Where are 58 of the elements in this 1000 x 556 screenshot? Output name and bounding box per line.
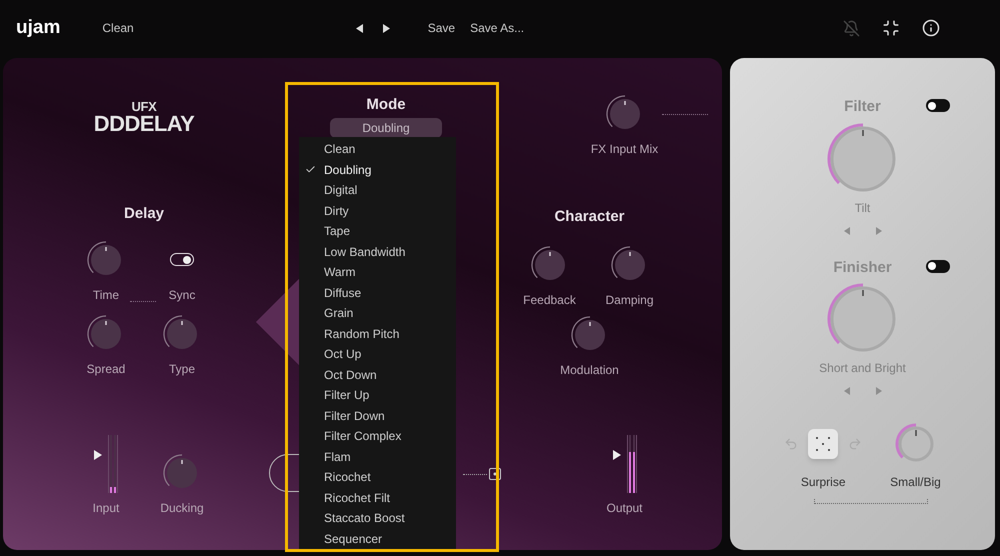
menu-item[interactable]: Staccato Boost bbox=[299, 508, 456, 528]
menu-item[interactable]: Clean bbox=[299, 139, 456, 160]
brand-logo: ujam bbox=[16, 16, 60, 40]
toggle-switch[interactable] bbox=[926, 99, 950, 112]
control-label: Damping bbox=[605, 292, 654, 308]
save-button[interactable]: Save bbox=[428, 19, 456, 37]
control-label: Input bbox=[92, 500, 120, 517]
control-label: FX Input Mix bbox=[590, 141, 658, 158]
toggle-switch[interactable] bbox=[170, 253, 194, 266]
knob-label: Tilt bbox=[854, 200, 870, 216]
section-title: Mode bbox=[366, 95, 406, 115]
level-meter bbox=[626, 435, 636, 493]
level-meter bbox=[108, 435, 118, 493]
menu-item[interactable]: Tape bbox=[299, 221, 456, 242]
menu-item[interactable]: Flam bbox=[299, 446, 456, 467]
menu-item[interactable]: Oct Up bbox=[299, 344, 456, 364]
section-title: Finisher bbox=[833, 258, 892, 278]
menu-item[interactable]: Ricochet Filt bbox=[299, 488, 456, 508]
control-label: Time bbox=[92, 286, 120, 304]
mode-dropdown[interactable]: Doubling bbox=[330, 118, 442, 138]
previous-icon[interactable] bbox=[356, 24, 363, 32]
menu-item[interactable]: Filter Complex bbox=[299, 426, 456, 446]
control-label: Modulation bbox=[560, 362, 619, 378]
section-title: Character bbox=[554, 207, 625, 227]
next-icon[interactable] bbox=[382, 24, 390, 32]
menu-item[interactable]: Warm bbox=[299, 262, 456, 282]
control-label: Small/Big bbox=[890, 474, 941, 491]
shrink-icon[interactable] bbox=[882, 19, 900, 37]
menu-item[interactable]: Ricochet bbox=[299, 467, 456, 488]
menu-item[interactable]: Filter Down bbox=[299, 406, 456, 426]
section-title: Filter bbox=[844, 97, 881, 117]
menu-item[interactable]: Diffuse bbox=[299, 282, 456, 303]
logo-subtitle: UFX bbox=[131, 100, 157, 113]
menu-item[interactable]: Dirty bbox=[299, 200, 456, 221]
control-label: Type bbox=[168, 360, 195, 378]
play-icon bbox=[94, 450, 102, 460]
control-label: Spread bbox=[86, 360, 126, 378]
menu-item[interactable]: Random Pitch bbox=[299, 324, 456, 344]
menu-item[interactable]: Digital bbox=[299, 180, 456, 200]
menu-item[interactable]: Oct Down bbox=[299, 364, 456, 385]
control-label: Output bbox=[606, 500, 643, 517]
section-title: Delay bbox=[124, 204, 164, 224]
control-label: Sync bbox=[168, 286, 196, 304]
menu-item[interactable]: Low Bandwidth bbox=[299, 242, 456, 262]
menu-item[interactable]: Filter Up bbox=[299, 385, 456, 406]
knob-label: Short and Bright bbox=[819, 360, 906, 377]
info-icon[interactable] bbox=[922, 19, 940, 37]
menu-item[interactable]: Grain bbox=[299, 303, 456, 324]
toggle-switch[interactable] bbox=[926, 260, 950, 272]
menu-item[interactable]: Doubling bbox=[299, 160, 456, 180]
control-label: Surprise bbox=[800, 474, 846, 491]
save-button[interactable]: Save As... bbox=[470, 19, 524, 37]
preset-name[interactable]: Clean bbox=[102, 19, 134, 37]
control-label: Feedback bbox=[523, 292, 576, 308]
menu-item[interactable]: Sequencer bbox=[299, 528, 456, 549]
control-label: Ducking bbox=[160, 500, 204, 517]
logo-title: DDDELAY bbox=[94, 113, 194, 135]
play-icon bbox=[612, 450, 620, 460]
